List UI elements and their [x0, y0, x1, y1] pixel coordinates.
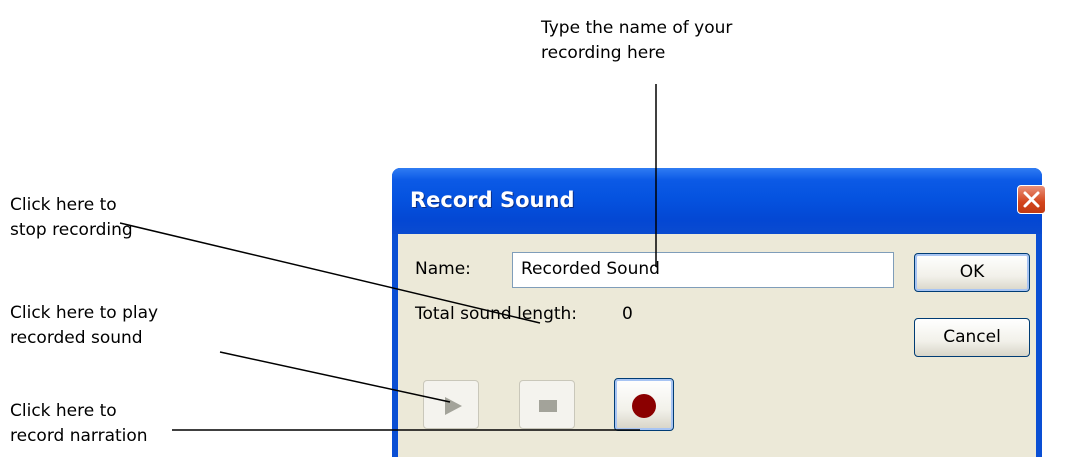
play-callout-line-1: Click here to play	[10, 303, 159, 323]
total-length-value: 0	[622, 304, 633, 324]
dialog-body: Name: Recorded Sound Total sound length:…	[398, 234, 1036, 457]
name-callout-line-2: recording here	[541, 43, 666, 63]
dialog-title-bar[interactable]: Record Sound	[392, 168, 1046, 234]
play-callout-line-2: recorded sound	[10, 328, 143, 348]
record-callout-line-1: Click here to	[10, 401, 117, 421]
close-icon	[1023, 191, 1040, 208]
dialog-title: Record Sound	[410, 188, 575, 212]
record-callout: Click here to record narration	[10, 399, 148, 449]
stop-callout-line-2: stop recording	[10, 220, 133, 240]
record-icon	[632, 394, 656, 418]
record-button[interactable]	[614, 378, 674, 431]
close-button[interactable]	[1017, 185, 1046, 214]
stop-button[interactable]	[519, 380, 575, 429]
name-label: Name:	[415, 259, 471, 279]
ok-button[interactable]: OK	[914, 253, 1030, 292]
name-callout: Type the name of your recording here	[541, 16, 732, 66]
record-callout-line-2: record narration	[10, 426, 148, 446]
play-icon	[445, 397, 462, 415]
stop-callout-line-1: Click here to	[10, 195, 117, 215]
total-length-label: Total sound length:	[415, 304, 578, 324]
stop-icon	[539, 400, 557, 412]
cancel-button[interactable]: Cancel	[914, 318, 1030, 357]
name-callout-line-1: Type the name of your	[541, 18, 733, 38]
play-button[interactable]	[423, 380, 479, 429]
play-callout: Click here to play recorded sound	[10, 301, 158, 351]
name-input[interactable]: Recorded Sound	[512, 252, 894, 288]
stop-callout: Click here to stop recording	[10, 193, 133, 243]
record-sound-dialog: Record Sound Name: Recorded Sound Total …	[392, 168, 1046, 457]
